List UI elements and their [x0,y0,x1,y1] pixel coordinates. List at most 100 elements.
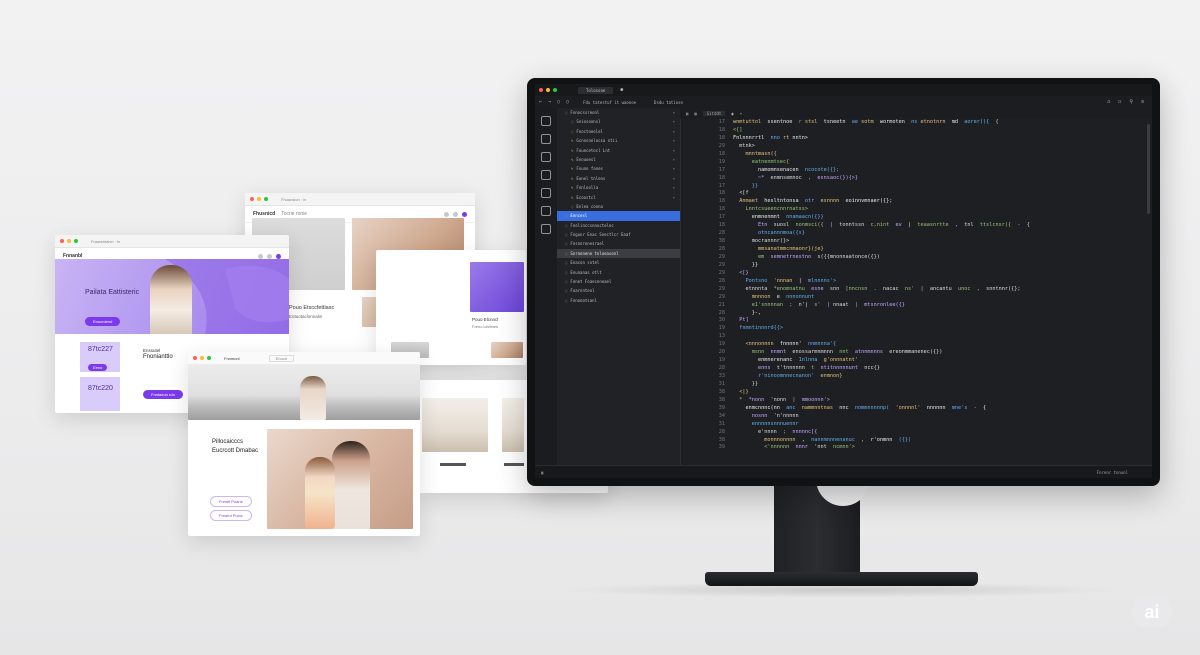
interior-photo-2[interactable] [502,398,524,452]
code-line[interactable]: }} [733,183,1144,191]
chevron-down-icon[interactable]: ▾ [673,136,675,145]
explorer-item[interactable]: ✎ Ecoostcl ▾ [557,193,680,202]
code-line[interactable]: Fnlnnnrrtl nno rt nntn> [733,135,1144,143]
code-line[interactable]: ennnnnsnnnuennr [733,421,1144,429]
brand-logo[interactable]: Fhusnicd [253,211,275,217]
brand-logo[interactable]: Fnnmonl [224,356,240,361]
editor-scrollbar[interactable] [1147,124,1150,214]
code-line[interactable]: Pt] [733,317,1144,325]
hero-cta-button[interactable]: Enucrdend [85,317,121,326]
code-line[interactable]: Lnntcsueencnnrnatss> [733,206,1144,214]
nav-link[interactable]: Tocrie ronie [281,211,307,217]
code-line[interactable] [733,333,1144,341]
code-line[interactable]: <nnnonnnn fnnnnn' nnmnnna'{ [733,341,1144,349]
maximize-dot[interactable] [264,197,268,201]
maximize-dot[interactable] [74,239,78,243]
code-line[interactable]: }} [733,262,1144,270]
code-line[interactable]: mmsanatmmcnmaonr}(je} [733,246,1144,254]
explorer-item[interactable]: ◌ Enunanas otlt [557,268,680,277]
forward-icon[interactable]: → [548,99,551,105]
home-icon[interactable]: ⌂ [1107,99,1110,105]
cart-icon[interactable] [453,211,458,217]
files-icon[interactable] [541,116,551,126]
code-line[interactable]: em semnetrnestno s({{mnonnaatonce({}) [733,254,1144,262]
breadcrumb-2[interactable]: Dsdu tatiose [654,100,683,105]
status-left-icon[interactable]: ▣ [541,470,543,475]
code-line[interactable]: otncannnmoa({s} [733,230,1144,238]
back-icon[interactable]: ← [539,99,542,105]
chevron-down-icon[interactable]: ▾ [673,193,675,202]
address-bar[interactable]: Fhuaosion · ln [281,197,306,202]
nav-link[interactable]: Enocd [268,354,294,362]
status-text[interactable]: Fnrenr tnnunl [1097,470,1152,475]
explorer-item[interactable]: ◌ Fnnoootsanl [557,296,680,305]
code-line[interactable]: enmnerenanc 1nlnna g'onnnatnt' [733,357,1144,365]
code-line[interactable]: ~* enmnsemnoc , esnsaoc(}){>} [733,175,1144,183]
stat-button[interactable]: Eeno [88,364,108,371]
chevron-down-icon[interactable]: ▾ [673,108,675,117]
explorer-item[interactable]: ◌ Foarnnteol [557,286,680,295]
open-file-tab[interactable]: Gitddt [702,111,726,116]
code-line[interactable]: <[} [733,270,1144,278]
code-line[interactable]: monnnonnnn , nannmnnnenanuc , r'onmnn ({… [733,437,1144,445]
minimize-dot[interactable] [200,356,204,360]
maximize-dot[interactable] [553,88,557,92]
terminal-icon[interactable] [541,206,551,216]
code-line[interactable]: mtnk> [733,143,1144,151]
code-line[interactable]: <{] [733,127,1144,135]
explorer-item[interactable]: ◌ Fngunr Enac Snectlcr Eaaf [557,230,680,239]
close-dot[interactable] [60,239,64,243]
user-icon[interactable] [267,253,272,259]
search-icon[interactable] [258,253,263,259]
explorer-item[interactable]: ◌ Enncesl [557,211,680,221]
code-line[interactable]: r'ninoomnnecnanon' enmnon} [733,373,1144,381]
close-dot[interactable] [250,197,254,201]
menu-icon[interactable] [276,253,281,259]
explorer-item[interactable]: ◌ Enacon sotel [557,258,680,267]
close-dot[interactable] [539,88,543,92]
split-icon[interactable]: ▦ [686,111,688,116]
chevron-down-icon[interactable]: ▾ [673,155,675,164]
address-bar[interactable]: Fnawshtalvn · ln [91,239,120,244]
explorer-item[interactable]: ◌ Fnelinccsnnocteloc [557,221,680,230]
explorer-item[interactable]: ◌ Enlea conna [557,202,680,211]
code-line[interactable]: Etn suosl nonmsci({ | tonntssn c,nint ev… [733,222,1144,230]
minimize-dot[interactable] [67,239,71,243]
maximize-dot[interactable] [207,356,211,360]
code-line[interactable]: Anmaet hesltntonsa otr esnnnn eoinnvmnae… [733,198,1144,206]
explorer-item[interactable]: ✎ Fouecetocl Lnt ▾ [557,146,680,155]
user-icon[interactable] [444,211,449,217]
code-line[interactable]: e'nnnn ; nnnnnc[{ [733,429,1144,437]
grid-icon[interactable]: ▦ [694,111,696,116]
menu-icon[interactable]: ≡ [1141,99,1144,105]
secondary-button-2[interactable]: Fnnerd Polnc [210,510,252,521]
chevron-down-icon[interactable]: ▾ [673,146,675,155]
code-line[interactable]: e1'snnnnan ; n'| s' | nnaat | mtsnronlee… [733,302,1144,310]
breadcrumb[interactable]: Fdu tatestuf it waonoe [583,100,636,105]
explorer-item[interactable]: ✎ Fnuno fanes ▾ [557,164,680,173]
code-line[interactable]: msnn nnmnt enossarmnmnnn nnt atnnmnnns e… [733,349,1144,357]
code-line[interactable]: nosnn 'n'nnnnn [733,413,1144,421]
minimize-dot[interactable] [546,88,550,92]
add-tab-icon[interactable]: + [740,111,742,116]
chevron-down-icon[interactable]: ▾ [673,127,675,136]
code-area[interactable]: wnmtuttol ssentnoe r stsl tsneetn ae sot… [733,119,1144,466]
debug-icon[interactable] [541,170,551,180]
product-photo-small-2[interactable] [491,342,523,358]
search-panel-icon[interactable] [541,134,551,144]
tab-menu-icon[interactable]: ● [620,87,623,93]
explorer-item[interactable]: ◌ Snrnonene tnloeasonl [557,248,680,259]
code-line[interactable]: Pontsno 'nnnan | mlnnnns'> [733,278,1144,286]
chevron-down-icon[interactable]: ▾ [673,164,675,173]
code-line[interactable]: }} [733,381,1144,389]
product-photo-purple[interactable] [470,262,524,312]
feature-cta-button[interactable]: Fnntaeun rdn [143,390,183,399]
code-line[interactable]: mocrannnr(}> [733,238,1144,246]
explorer-item[interactable]: ✎ Fnnloolla ▾ [557,183,680,192]
chevron-down-icon[interactable]: ▾ [673,174,675,183]
code-line[interactable]: <|} [733,389,1144,397]
code-line[interactable]: eatnenmtsec{ [733,159,1144,167]
explorer-item[interactable]: ✎ Gcnnsnelocsa ntii ▾ [557,136,680,145]
close-dot[interactable] [193,356,197,360]
explorer-item[interactable]: ◌ Fnoctoeolel ▾ [557,127,680,136]
